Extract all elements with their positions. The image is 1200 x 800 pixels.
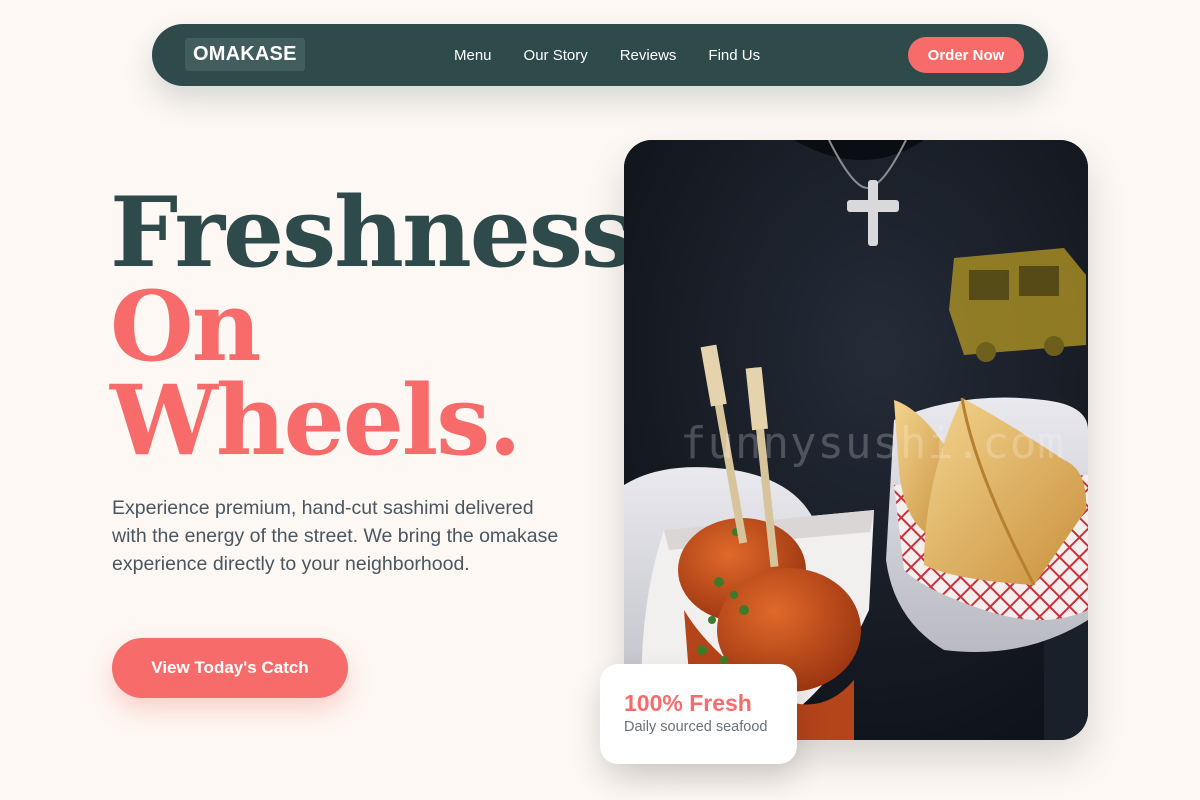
nav-link-our-story[interactable]: Our Story [524,47,588,64]
nav-link-reviews[interactable]: Reviews [620,47,677,64]
view-todays-catch-button[interactable]: View Today's Catch [112,638,348,698]
navbar: OMAKASE Menu Our Story Reviews Find Us O… [152,24,1048,86]
freshness-badge: 100% Fresh Daily sourced seafood [600,664,797,764]
nav-link-menu[interactable]: Menu [454,47,492,64]
page: OMAKASE Menu Our Story Reviews Find Us O… [0,0,1200,800]
nav-links: Menu Our Story Reviews Find Us [454,24,760,86]
food-truck-photo-illustration [624,140,1088,740]
hero-description: Experience premium, hand-cut sashimi del… [112,497,559,575]
hero-photo [624,140,1088,740]
headline-line-3: Wheels. [110,364,522,477]
logo[interactable]: OMAKASE [185,38,305,71]
headline-line-1: Freshness [110,176,635,289]
badge-subtitle: Daily sourced seafood [624,719,768,735]
nav-link-find-us[interactable]: Find Us [708,47,760,64]
order-now-button[interactable]: Order Now [908,37,1024,73]
headline-line-2: On [110,270,261,383]
badge-title: 100% Fresh [624,690,752,716]
hero-headline: Freshness On Wheels. [110,176,635,477]
